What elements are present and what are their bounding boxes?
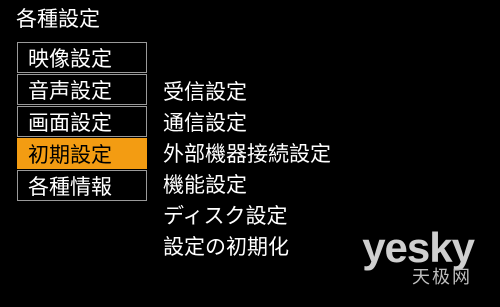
menu-item-label: 映像設定	[28, 46, 112, 71]
submenu-item-label: 外部機器接続設定	[163, 141, 331, 166]
menu-item-label: 画面設定	[28, 110, 112, 135]
menu-item-initial-settings[interactable]: 初期設定	[17, 138, 147, 169]
settings-category-menu: 映像設定 音声設定 画面設定 初期設定 各種情報	[17, 42, 151, 201]
submenu-item-label: 通信設定	[163, 110, 247, 135]
menu-item-label: 各種情報	[28, 174, 112, 199]
submenu-item-label: 受信設定	[163, 79, 247, 104]
screen-title: 各種設定	[16, 7, 100, 31]
submenu-item-function-settings[interactable]: 機能設定	[163, 168, 423, 199]
menu-item-info[interactable]: 各種情報	[17, 170, 147, 201]
submenu-item-external-device-settings[interactable]: 外部機器接続設定	[163, 137, 423, 168]
menu-item-label: 音声設定	[28, 78, 112, 103]
submenu-item-label: ディスク設定	[163, 203, 288, 228]
submenu-item-label: 機能設定	[163, 172, 247, 197]
submenu-item-label: 設定の初期化	[163, 234, 289, 259]
menu-item-video-settings[interactable]: 映像設定	[17, 42, 147, 73]
watermark: yesky 天极网	[354, 227, 475, 289]
submenu-item-reception-settings[interactable]: 受信設定	[163, 75, 423, 106]
menu-item-audio-settings[interactable]: 音声設定	[17, 74, 147, 105]
submenu-item-communication-settings[interactable]: 通信設定	[163, 106, 423, 137]
menu-item-label: 初期設定	[28, 142, 112, 167]
watermark-subtitle: 天极网	[412, 267, 472, 288]
menu-item-screen-settings[interactable]: 画面設定	[17, 106, 147, 137]
